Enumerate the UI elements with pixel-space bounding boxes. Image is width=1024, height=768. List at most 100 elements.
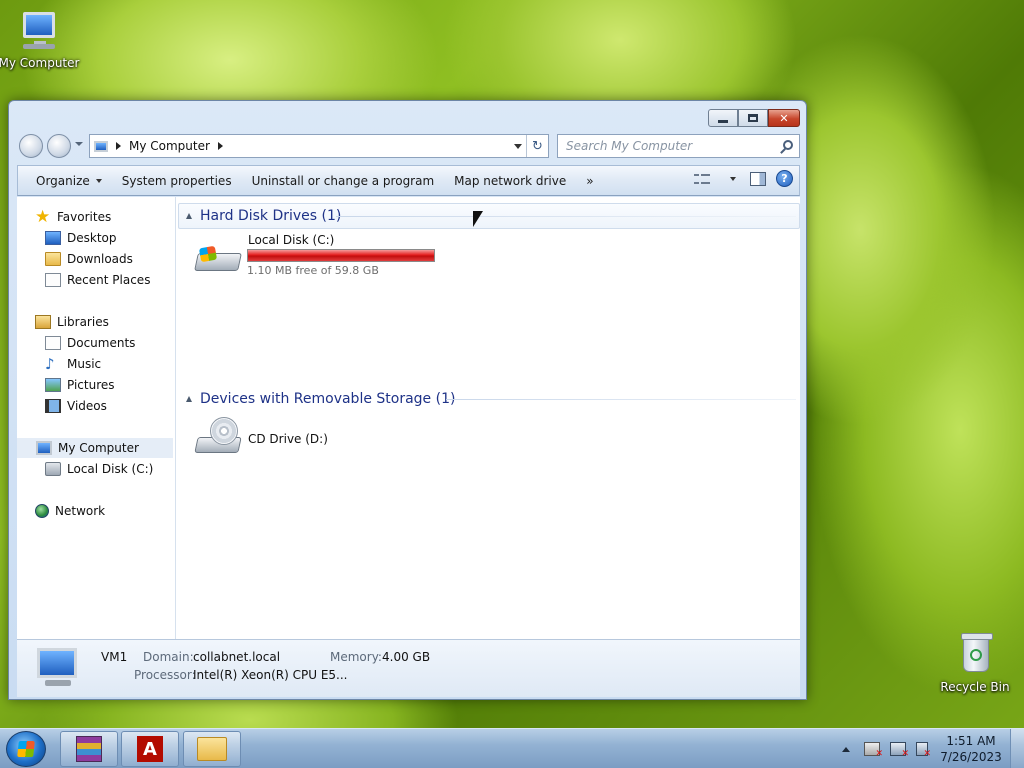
taskbar-app-acrobat[interactable]: A (121, 731, 179, 767)
search-icon[interactable] (783, 140, 793, 150)
computer-icon (37, 648, 79, 688)
minimize-icon (718, 119, 728, 123)
sidebar-item-my-computer[interactable]: My Computer (17, 438, 173, 458)
sidebar-item-label: Music (67, 357, 102, 371)
speaker-muted-icon[interactable] (916, 742, 931, 759)
sidebar-item-label: My Computer (58, 441, 139, 455)
windows-logo-icon (17, 741, 35, 757)
organize-label: Organize (36, 173, 90, 188)
group-title: Devices with Removable Storage (1) (200, 391, 456, 407)
drive-usage-bar (247, 249, 435, 262)
sidebar-item-documents[interactable]: Documents (45, 333, 135, 353)
network-disconnected-icon[interactable] (890, 742, 909, 759)
maximize-button[interactable] (738, 109, 768, 127)
minimize-button[interactable] (708, 109, 738, 127)
star-icon: ★ (35, 207, 51, 227)
recent-places-icon (45, 273, 61, 287)
help-icon[interactable]: ? (776, 170, 793, 187)
winrar-icon (76, 736, 102, 762)
action-center-flag-icon[interactable] (864, 742, 883, 759)
collapse-triangle-icon[interactable] (186, 396, 192, 402)
breadcrumb-arrow-icon[interactable] (217, 142, 223, 150)
sidebar-item-music[interactable]: ♪ Music (45, 354, 101, 374)
command-bar: Organize System properties Uninstall or … (17, 165, 800, 196)
taskbar-app-winrar[interactable] (60, 731, 118, 767)
desktop-icon (45, 231, 61, 245)
close-button[interactable]: ✕ (768, 109, 800, 127)
show-hidden-icons-button[interactable] (842, 746, 850, 752)
sidebar-item-pictures[interactable]: Pictures (45, 375, 115, 395)
sidebar-item-label: Local Disk (C:) (67, 462, 154, 476)
memory-value: 4.00 GB (382, 650, 431, 664)
mouse-cursor-icon (473, 211, 483, 227)
hard-disk-icon (45, 462, 61, 476)
taskbar-app-explorer[interactable] (183, 731, 241, 767)
breadcrumb-my-computer[interactable]: My Computer (129, 139, 210, 153)
clock[interactable]: 1:51 AM 7/26/2023 (938, 733, 1004, 765)
group-divider (336, 216, 796, 217)
sidebar-item-label: Desktop (67, 231, 117, 245)
more-commands-button[interactable]: » (576, 165, 603, 196)
sidebar-item-downloads[interactable]: Downloads (45, 249, 133, 269)
group-heading-hard-disks[interactable]: Hard Disk Drives (1) (186, 205, 341, 227)
sidebar-item-label: Recent Places (67, 273, 151, 287)
organize-button[interactable]: Organize (26, 165, 112, 196)
caption-buttons: ✕ (708, 109, 800, 127)
change-view-icon[interactable] (694, 172, 710, 186)
system-properties-button[interactable]: System properties (112, 165, 242, 196)
collapse-triangle-icon[interactable] (186, 213, 192, 219)
drive-name-d[interactable]: CD Drive (D:) (248, 432, 328, 446)
sidebar-item-local-disk[interactable]: Local Disk (C:) (45, 459, 153, 479)
uninstall-program-button[interactable]: Uninstall or change a program (242, 165, 445, 196)
domain-label: Domain: (143, 650, 194, 664)
chevron-down-icon (95, 178, 102, 183)
documents-icon (45, 336, 61, 350)
desktop-icon-label: My Computer (0, 56, 80, 70)
view-controls: ? (694, 170, 793, 187)
back-button[interactable] (19, 134, 43, 158)
group-heading-removable-storage[interactable]: Devices with Removable Storage (1) (186, 388, 455, 410)
preview-pane-icon[interactable] (750, 171, 766, 186)
cd-drive-icon[interactable] (194, 415, 242, 455)
sidebar-item-label: Videos (67, 399, 107, 413)
start-button[interactable] (6, 731, 46, 767)
sidebar-item-libraries[interactable]: Libraries (35, 312, 109, 332)
show-desktop-button[interactable] (1010, 729, 1024, 768)
forward-button[interactable] (47, 134, 71, 158)
group-title: Hard Disk Drives (1) (200, 208, 342, 224)
address-bar[interactable]: My Computer ↻ (89, 134, 549, 158)
search-placeholder: Search My Computer (566, 139, 693, 153)
navigation-pane: ★ Favorites Desktop Downloads Recent Plac… (17, 197, 176, 639)
chevron-down-icon (730, 176, 736, 181)
explorer-window: ✕ My Computer ↻ Search My Computer Organ… (8, 100, 807, 700)
desktop-icon-my-computer[interactable]: My Computer (0, 8, 81, 70)
clock-time: 1:51 AM (946, 734, 996, 748)
system-tray: 1:51 AM 7/26/2023 (842, 729, 1024, 768)
sidebar-item-label: Network (55, 504, 106, 518)
map-network-drive-button[interactable]: Map network drive (444, 165, 576, 196)
sidebar-item-network[interactable]: Network (35, 501, 105, 521)
sidebar-item-videos[interactable]: Videos (45, 396, 107, 416)
address-dropdown-icon[interactable] (514, 144, 522, 149)
breadcrumb-arrow-icon[interactable] (116, 142, 121, 150)
processor-label: Processor: (134, 668, 196, 682)
adobe-acrobat-icon: A (137, 736, 163, 762)
libraries-icon (35, 315, 51, 329)
windows-hard-disk-icon[interactable] (194, 239, 242, 279)
search-input[interactable]: Search My Computer (557, 134, 800, 158)
sidebar-item-desktop[interactable]: Desktop (45, 228, 117, 248)
drive-name-c[interactable]: Local Disk (C:) (248, 233, 334, 247)
desktop-icon-label: Recycle Bin (940, 680, 1010, 694)
desktop-icon-recycle-bin[interactable]: Recycle Bin (933, 632, 1017, 694)
drive-free-space: 1.10 MB free of 59.8 GB (247, 264, 379, 277)
computer-icon (17, 8, 61, 52)
computer-icon (36, 441, 52, 455)
view-options-dropdown[interactable] (720, 176, 740, 181)
recent-pages-dropdown[interactable] (75, 142, 83, 146)
refresh-button[interactable]: ↻ (526, 135, 548, 157)
windows-explorer-icon (197, 737, 227, 761)
sidebar-item-favorites[interactable]: ★ Favorites (35, 207, 111, 227)
taskbar: A 1:51 AM 7/26/2023 (0, 728, 1024, 768)
sidebar-item-recent-places[interactable]: Recent Places (45, 270, 150, 290)
sidebar-item-label: Documents (67, 336, 136, 350)
